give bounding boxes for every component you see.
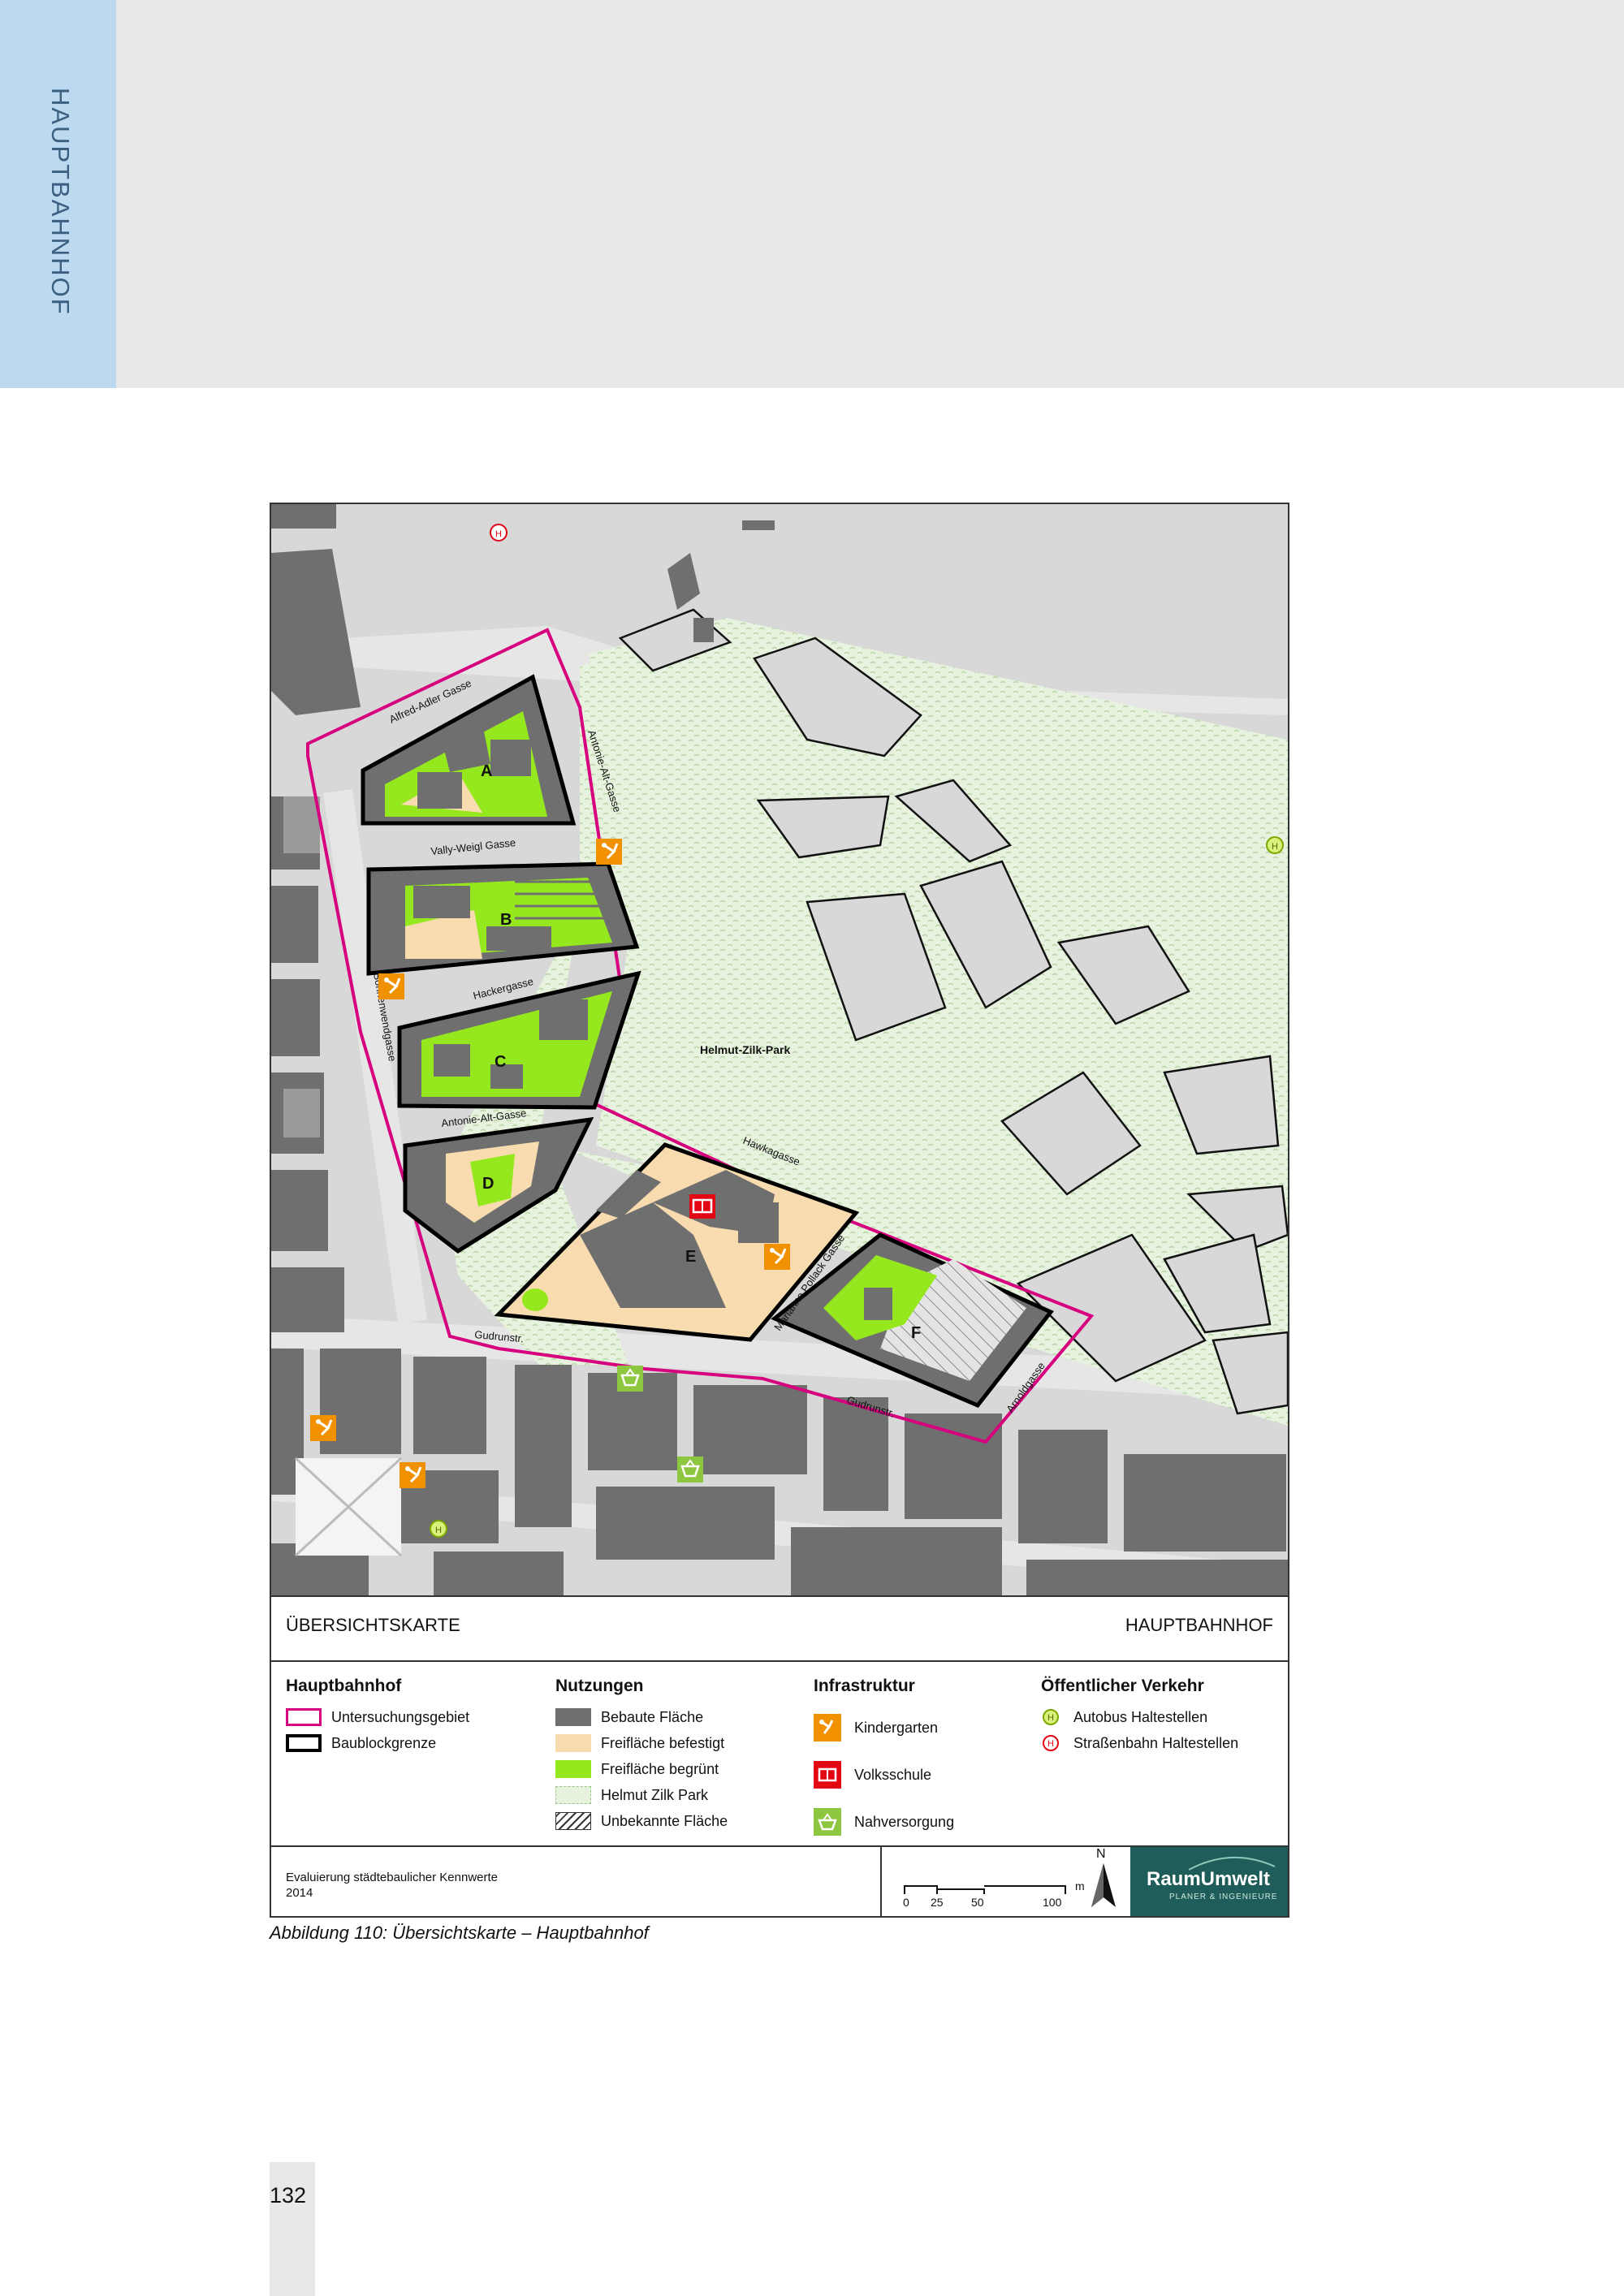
scale-bar [904, 1885, 1066, 1894]
school-icon [689, 1194, 715, 1219]
school-icon [814, 1761, 841, 1789]
legend-heading: Öffentlicher Verkehr [1041, 1677, 1204, 1695]
legend-item: Untersuchungsgebiet [286, 1704, 469, 1730]
scale-tick: 50 [971, 1896, 984, 1909]
block-label-c: C [495, 1053, 506, 1071]
map-footer: Evaluierung städtebaulicher Kennwerte 20… [271, 1847, 1288, 1916]
kindergarten-icon [596, 839, 622, 865]
legend-label: Baublockgrenze [331, 1734, 437, 1751]
legend-infrastruktur: Infrastruktur Kindergarten Volksschule N… [814, 1677, 954, 1845]
legend-item: Unbekannte Fläche [555, 1808, 728, 1834]
legend-nutzungen: Nutzungen Bebaute Fläche Freifläche befe… [555, 1677, 728, 1834]
legend-label: Freifläche begrünt [601, 1760, 719, 1777]
scale-unit: m [1075, 1880, 1085, 1892]
svg-text:H: H [1047, 1713, 1054, 1723]
block-label-b: B [500, 911, 512, 929]
legend-label: Untersuchungsgebiet [331, 1708, 470, 1725]
page-number: 132 [270, 2183, 307, 2208]
bus-stop-icon: H [430, 1520, 447, 1538]
legend-label: Autobus Haltestellen [1073, 1708, 1208, 1725]
basket-icon [617, 1366, 643, 1392]
legend-heading: Hauptbahnhof [286, 1677, 402, 1695]
basket-icon [814, 1808, 841, 1836]
legend-item: Freifläche befestigt [555, 1730, 728, 1756]
figure-caption: Abbildung 110: Übersichtskarte – Hauptba… [270, 1923, 649, 1943]
block-label-d: D [482, 1175, 494, 1193]
park-label: Helmut-Zilk-Park [700, 1043, 790, 1056]
built-swatch [555, 1708, 591, 1726]
scale-tick: 0 [903, 1896, 909, 1909]
legend-item: Volksschule [814, 1751, 954, 1798]
svg-text:H: H [435, 1526, 442, 1535]
bus-stop-icon: H [1266, 836, 1284, 854]
legend-verkehr: Öffentlicher Verkehr H Autobus Haltestel… [1041, 1677, 1238, 1756]
legend-item: H Straßenbahn Haltestellen [1041, 1730, 1238, 1756]
bus-stop-icon: H [1041, 1707, 1060, 1727]
scale-tick: 100 [1043, 1896, 1062, 1909]
legend-item: Baublockgrenze [286, 1730, 469, 1756]
tram-stop-icon: H [490, 524, 508, 542]
unknown-swatch [555, 1812, 591, 1830]
map-title: ÜBERSICHTSKARTE [286, 1615, 460, 1635]
header-band [0, 0, 1624, 388]
kindergarten-icon [400, 1462, 425, 1488]
kindergarten-icon [310, 1415, 336, 1441]
legend-label: Nahversorgung [854, 1813, 955, 1830]
kindergarten-icon [814, 1714, 841, 1741]
section-tab: HAUPTBAHNHOF [0, 0, 116, 388]
legend-label: Kindergarten [854, 1719, 939, 1736]
overview-map: A B C D E F Alfred-Adler Gasse Antonie-A… [271, 504, 1288, 1595]
legend-hauptbahnhof: Hauptbahnhof Untersuchungsgebiet Baubloc… [286, 1677, 469, 1756]
svg-text:H: H [1047, 1739, 1054, 1749]
tram-stop-icon: H [1041, 1733, 1060, 1753]
block-label-a: A [481, 762, 492, 780]
basket-icon [677, 1457, 703, 1482]
svg-text:H: H [495, 529, 502, 539]
project-year: 2014 [286, 1886, 313, 1900]
legend-label: Unbekannte Fläche [601, 1812, 728, 1829]
svg-text:H: H [1272, 842, 1278, 852]
green-swatch [555, 1760, 591, 1778]
legend-label: Volksschule [854, 1766, 932, 1783]
kindergarten-icon [378, 973, 404, 999]
page-tab [270, 2162, 315, 2296]
legend-heading: Nutzungen [555, 1677, 644, 1695]
legend-label: Helmut Zilk Park [601, 1786, 709, 1803]
logo-text: RaumUmwelt [1147, 1868, 1271, 1890]
legend-heading: Infrastruktur [814, 1677, 915, 1695]
legend-item: Freifläche begrünt [555, 1756, 728, 1782]
map-area-name: HAUPTBAHNHOF [1125, 1615, 1273, 1635]
legend-label: Straßenbahn Haltestellen [1073, 1734, 1239, 1751]
block-label-f: F [911, 1324, 921, 1342]
map-figure: A B C D E F Alfred-Adler Gasse Antonie-A… [270, 503, 1289, 1918]
section-tab-label: HAUPTBAHNHOF [46, 88, 75, 316]
paved-swatch [555, 1734, 591, 1752]
boundary-swatch [286, 1708, 322, 1726]
park-swatch [555, 1786, 591, 1804]
legend-label: Bebaute Fläche [601, 1708, 704, 1725]
map-title-bar: ÜBERSICHTSKARTE HAUPTBAHNHOF [271, 1595, 1288, 1662]
block-swatch [286, 1734, 322, 1752]
scale-tick: 25 [931, 1896, 944, 1909]
project-info: Evaluierung städtebaulicher Kennwerte 20… [286, 1870, 498, 1901]
block-label-e: E [685, 1248, 696, 1266]
north-arrow-icon [1091, 1863, 1116, 1907]
raumumwelt-logo: RaumUmwelt PLANER & INGENIEURE [1130, 1847, 1288, 1916]
legend-item: H Autobus Haltestellen [1041, 1704, 1238, 1730]
legend-item: Helmut Zilk Park [555, 1782, 728, 1808]
logo-subtitle: PLANER & INGENIEURE [1169, 1892, 1278, 1901]
legend-label: Freifläche befestigt [601, 1734, 725, 1751]
legend-item: Kindergarten [814, 1704, 954, 1751]
project-title: Evaluierung städtebaulicher Kennwerte [286, 1871, 498, 1884]
legend-item: Bebaute Fläche [555, 1704, 728, 1730]
kindergarten-icon [764, 1244, 790, 1270]
legend-item: Nahversorgung [814, 1798, 954, 1845]
north-label: N [1096, 1847, 1106, 1861]
map-legend: Hauptbahnhof Untersuchungsgebiet Baubloc… [271, 1662, 1288, 1847]
